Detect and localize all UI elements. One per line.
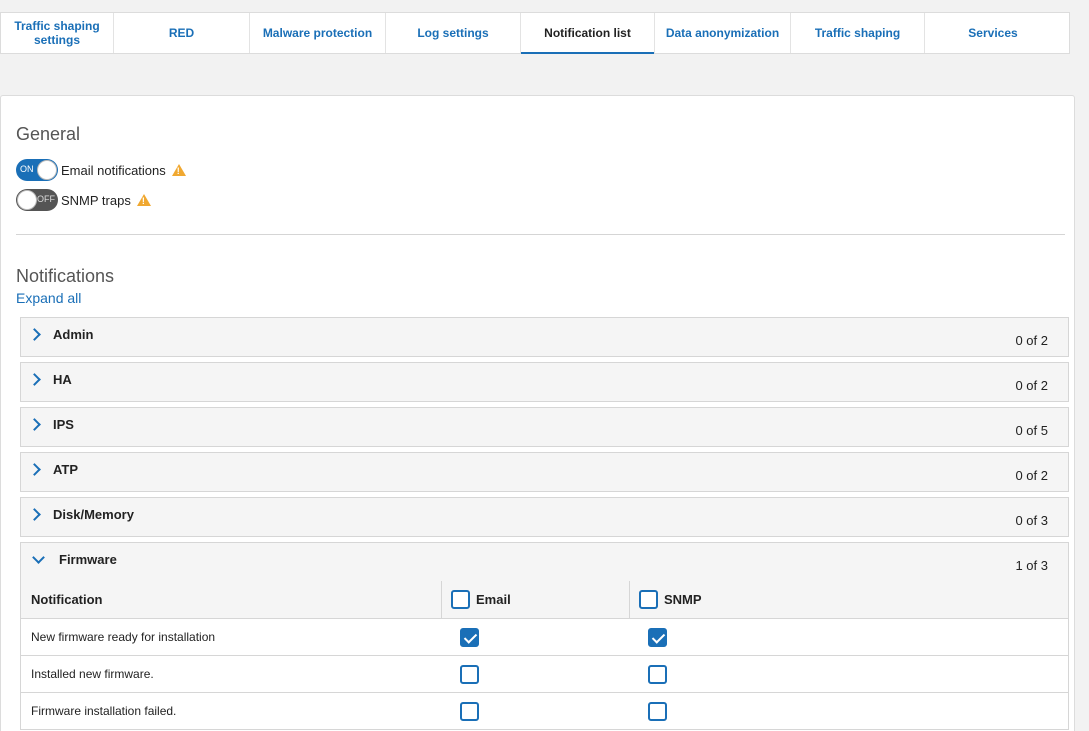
accordion-disk-memory[interactable]: Disk/Memory 0 of 3 — [20, 497, 1069, 537]
email-checkbox[interactable] — [460, 701, 479, 721]
chevron-right-icon — [28, 372, 41, 386]
select-all-email-checkbox[interactable] — [451, 590, 470, 609]
tab-label: Traffic shaping — [814, 26, 901, 40]
expand-all-link[interactable]: Expand all — [16, 290, 81, 306]
accordion-count: 0 of 2 — [1015, 333, 1048, 348]
tab-data-anonymization[interactable]: Data anonymization — [655, 13, 791, 53]
table-row: Installed new firmware. — [21, 656, 1068, 693]
notification-label: Installed new firmware. — [31, 667, 154, 681]
email-checkbox[interactable] — [460, 664, 479, 684]
email-notifications-row: ON Email notifications — [16, 159, 186, 181]
email-notifications-label: Email notifications — [61, 162, 166, 178]
notification-label: Firmware installation failed. — [31, 704, 177, 718]
tab-services[interactable]: Services — [925, 13, 1061, 53]
general-heading: General — [16, 124, 81, 144]
tab-label: Log settings — [417, 26, 489, 40]
chevron-right-icon — [28, 462, 41, 476]
section-divider — [16, 234, 1065, 235]
header-email-label: Email — [476, 592, 511, 607]
chevron-right-icon — [28, 507, 41, 521]
snmp-cell — [639, 656, 1068, 692]
tab-malware-protection[interactable]: Malware protection — [250, 13, 386, 53]
notification-label: New firmware ready for installation — [31, 630, 216, 644]
accordion-count: 1 of 3 — [1015, 558, 1048, 573]
accordion-firmware[interactable]: Firmware 1 of 3 — [20, 542, 1069, 582]
warning-icon[interactable] — [171, 164, 186, 176]
accordion-title: Disk/Memory — [53, 506, 134, 522]
snmp-checkbox[interactable] — [648, 627, 667, 647]
email-notifications-toggle[interactable]: ON — [16, 159, 58, 181]
header-email: Email — [442, 581, 630, 618]
header-notification: Notification — [21, 581, 442, 618]
email-cell — [451, 619, 639, 655]
tab-bar: Traffic shaping settings RED Malware pro… — [0, 12, 1070, 54]
accordion-title: ATP — [53, 461, 79, 477]
select-all-snmp-checkbox[interactable] — [639, 590, 658, 609]
accordion-admin[interactable]: Admin 0 of 2 — [20, 317, 1069, 357]
accordion-atp[interactable]: ATP 0 of 2 — [20, 452, 1069, 492]
tab-red[interactable]: RED — [114, 13, 250, 53]
table-row: Firmware installation failed. — [21, 693, 1068, 730]
tab-label: Traffic shaping settings — [14, 19, 100, 47]
tab-notification-list[interactable]: Notification list — [521, 13, 655, 54]
snmp-checkbox[interactable] — [648, 664, 667, 684]
warning-icon[interactable] — [136, 194, 151, 206]
accordion-count: 0 of 2 — [1015, 378, 1048, 393]
accordion-title: Admin — [53, 326, 94, 342]
accordion-ha[interactable]: HA 0 of 2 — [20, 362, 1069, 402]
snmp-cell — [639, 693, 1068, 729]
email-cell — [451, 693, 639, 729]
toggle-state-label: ON — [20, 164, 34, 174]
snmp-traps-label: SNMP traps — [61, 192, 131, 208]
snmp-traps-row: OFF SNMP traps — [16, 189, 151, 211]
chevron-right-icon — [28, 327, 41, 341]
tab-label: Malware protection — [262, 26, 373, 40]
table-row: New firmware ready for installation — [21, 619, 1068, 656]
toggle-knob — [17, 190, 37, 210]
accordion-ips[interactable]: IPS 0 of 5 — [20, 407, 1069, 447]
email-cell — [451, 656, 639, 692]
notifications-heading: Notifications — [16, 266, 115, 286]
tab-traffic-shaping[interactable]: Traffic shaping — [791, 13, 925, 53]
snmp-checkbox[interactable] — [648, 701, 667, 721]
accordion-title: Firmware — [59, 551, 117, 567]
tab-label: Data anonymization — [665, 26, 780, 40]
chevron-down-icon — [32, 550, 45, 564]
toggle-state-label: OFF — [37, 194, 55, 204]
toggle-knob — [37, 160, 57, 180]
email-checkbox[interactable] — [460, 627, 479, 647]
accordion-title: IPS — [53, 416, 74, 432]
accordion-count: 0 of 2 — [1015, 468, 1048, 483]
accordion-title: HA — [53, 371, 72, 387]
tab-label: Services — [968, 26, 1018, 40]
table-header-row: Notification Email SNMP — [21, 581, 1068, 619]
snmp-cell — [639, 619, 1068, 655]
header-snmp-label: SNMP — [664, 592, 702, 607]
tab-label: Notification list — [544, 26, 631, 40]
firmware-notification-table: Notification Email SNMP New firmware rea… — [20, 581, 1069, 730]
tab-label: RED — [168, 26, 195, 40]
header-snmp: SNMP — [630, 581, 1068, 618]
accordion-count: 0 of 3 — [1015, 513, 1048, 528]
tab-traffic-shaping-settings[interactable]: Traffic shaping settings — [1, 13, 114, 53]
accordion-count: 0 of 5 — [1015, 423, 1048, 438]
chevron-right-icon — [28, 417, 41, 431]
tab-log-settings[interactable]: Log settings — [386, 13, 521, 53]
snmp-traps-toggle[interactable]: OFF — [16, 189, 58, 211]
